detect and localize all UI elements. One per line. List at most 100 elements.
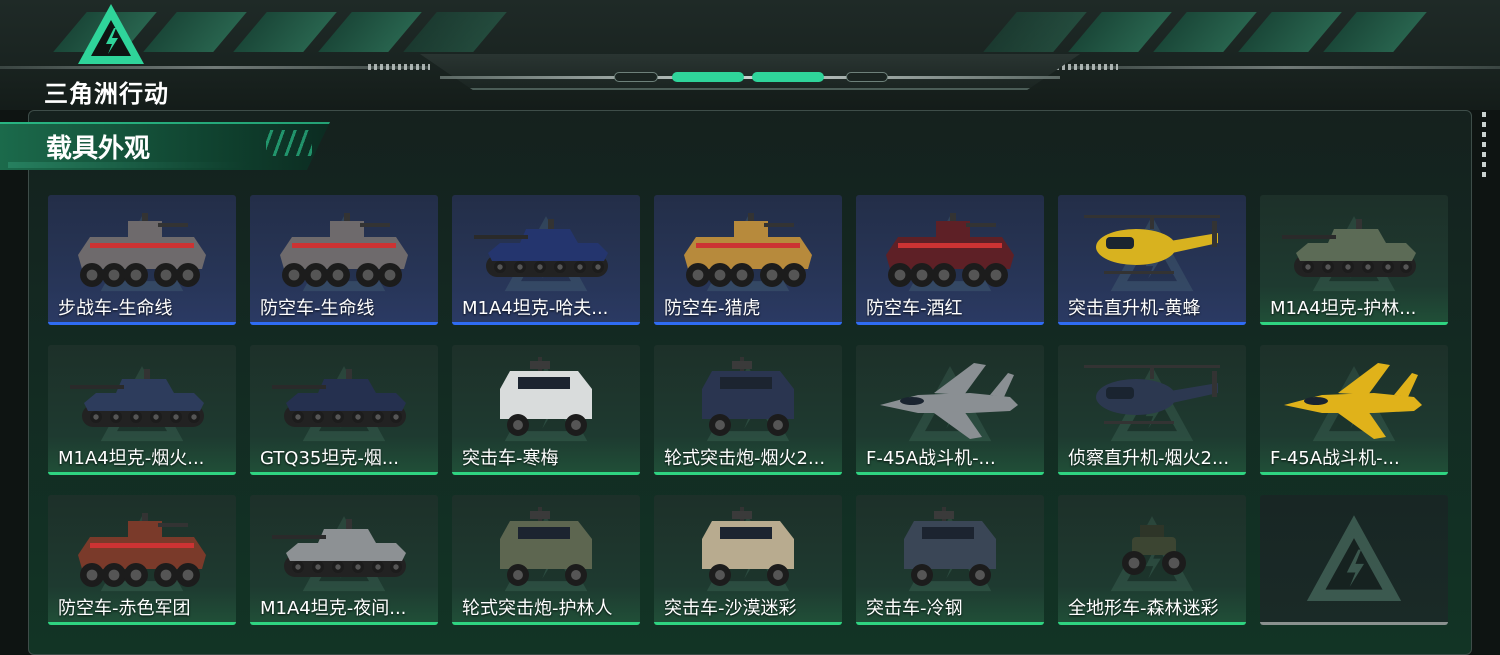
jet-icon: [1284, 363, 1422, 439]
vehicle-skin-card[interactable]: 防空车-赤色军团: [48, 495, 236, 625]
vehicle-skin-name: 突击直升机-黄蜂: [1068, 298, 1201, 319]
apc-icon: [684, 213, 812, 287]
rarity-bar: [250, 472, 438, 475]
vehicle-skin-card[interactable]: 突击车-沙漠迷彩: [654, 495, 842, 625]
rarity-bar: [1260, 622, 1448, 625]
rarity-bar: [1058, 322, 1246, 325]
apc-icon: [280, 213, 408, 287]
vehicle-skin-card[interactable]: GTQ35坦克-烟...: [250, 345, 438, 475]
page-indicator-active[interactable]: [752, 72, 824, 82]
game-logo: 三角洲行动: [44, 2, 184, 108]
header-stripe: [983, 12, 1087, 52]
header-stripe: [1323, 12, 1427, 52]
header-stripe: [403, 12, 507, 52]
vehicle-skin-card[interactable]: M1A4坦克-烟火...: [48, 345, 236, 475]
section-header-slashes: [266, 130, 312, 156]
vehicle-skin-card[interactable]: 侦察直升机-烟火2...: [1058, 345, 1246, 475]
vehicle-skin-card[interactable]: 防空车-猎虎: [654, 195, 842, 325]
armored-car-icon: [500, 357, 592, 436]
vehicle-skin-card[interactable]: 步战车-生命线: [48, 195, 236, 325]
header-stripe: [1068, 12, 1172, 52]
vehicle-skin-name: M1A4坦克-哈夫...: [462, 298, 609, 319]
vehicle-skin-name: 防空车-生命线: [260, 298, 375, 319]
vehicle-skin-name: 全地形车-森林迷彩: [1068, 598, 1219, 619]
rarity-bar: [1260, 322, 1448, 325]
header-dash-marks: [368, 64, 430, 70]
vehicle-skin-name: 突击车-寒梅: [462, 448, 559, 469]
scroll-indicator[interactable]: [1482, 112, 1486, 178]
rarity-bar: [856, 622, 1044, 625]
helicopter-icon: [1084, 365, 1220, 424]
rarity-bar: [654, 472, 842, 475]
armored-car-icon: [702, 507, 794, 586]
header-divider: [1070, 66, 1500, 69]
vehicle-skin-name: M1A4坦克-护林...: [1270, 298, 1417, 319]
tank-icon: [1282, 219, 1416, 277]
vehicle-skin-name: 突击车-冷钢: [866, 598, 963, 619]
header-center-cap: [420, 54, 1080, 90]
vehicle-skin-card[interactable]: F-45A战斗机-...: [856, 345, 1044, 475]
vehicle-skin-card[interactable]: M1A4坦克-哈夫...: [452, 195, 640, 325]
vehicle-skin-card[interactable]: M1A4坦克-护林...: [1260, 195, 1448, 325]
rarity-bar: [654, 622, 842, 625]
vehicle-skin-name: M1A4坦克-烟火...: [58, 448, 205, 469]
top-header-bar: [0, 0, 1500, 110]
jet-icon: [880, 363, 1018, 439]
header-stripe: [1238, 12, 1342, 52]
vehicle-skin-card[interactable]: 轮式突击炮-护林人: [452, 495, 640, 625]
rarity-bar: [1260, 472, 1448, 475]
rarity-bar: [48, 472, 236, 475]
apc-icon: [78, 513, 206, 587]
vehicle-skin-name: M1A4坦克-夜间...: [260, 598, 407, 619]
atv-icon: [1122, 525, 1186, 575]
rarity-bar: [48, 622, 236, 625]
vehicle-skin-name: 防空车-猎虎: [664, 298, 761, 319]
rarity-bar: [856, 322, 1044, 325]
rarity-bar: [1058, 622, 1246, 625]
vehicle-skin-card[interactable]: 突击车-冷钢: [856, 495, 1044, 625]
vehicle-skin-name: GTQ35坦克-烟...: [260, 448, 400, 469]
brand-name: 三角洲行动: [44, 80, 169, 108]
rarity-bar: [250, 622, 438, 625]
vehicle-skin-name: F-45A战斗机-...: [866, 448, 996, 469]
rarity-bar: [48, 322, 236, 325]
vehicle-skin-name: 防空车-赤色军团: [58, 598, 191, 619]
tank-icon: [70, 369, 204, 427]
vehicle-skin-name: 侦察直升机-烟火2...: [1068, 448, 1230, 469]
armored-car-icon: [904, 507, 996, 586]
tank-icon: [474, 219, 608, 277]
header-dash-marks: [1056, 64, 1118, 70]
header-stripe: [318, 12, 422, 52]
rarity-bar: [654, 322, 842, 325]
vehicle-skin-name: F-45A战斗机-...: [1270, 448, 1400, 469]
helicopter-icon: [1084, 215, 1220, 274]
vehicle-skin-card[interactable]: 轮式突击炮-烟火2...: [654, 345, 842, 475]
vehicle-skin-card[interactable]: 全地形车-森林迷彩: [1058, 495, 1246, 625]
vehicle-skin-grid: 步战车-生命线 防空车-生命线 M1A4坦克-哈夫... 防空车-猎虎 防空车-…: [48, 195, 1450, 627]
rarity-bar: [452, 322, 640, 325]
rarity-bar: [856, 472, 1044, 475]
rarity-bar: [452, 622, 640, 625]
vehicle-skin-name: 防空车-酒红: [866, 298, 963, 319]
vehicle-skin-card[interactable]: F-45A战斗机-...: [1260, 345, 1448, 475]
vehicle-skin-name: 突击车-沙漠迷彩: [664, 598, 797, 619]
empty-skin-slot[interactable]: [1260, 495, 1448, 625]
header-center-line: [440, 76, 1060, 79]
tank-icon: [272, 519, 406, 577]
vehicle-skin-card[interactable]: M1A4坦克-夜间...: [250, 495, 438, 625]
armored-car-icon: [702, 357, 794, 436]
rarity-bar: [452, 472, 640, 475]
vehicle-skin-card[interactable]: 突击车-寒梅: [452, 345, 640, 475]
page-indicator-active[interactable]: [672, 72, 744, 82]
header-stripe: [233, 12, 337, 52]
apc-icon: [886, 213, 1014, 287]
page-indicator[interactable]: [846, 72, 888, 82]
vehicle-skin-card[interactable]: 防空车-酒红: [856, 195, 1044, 325]
section-title: 载具外观: [46, 134, 151, 164]
page-indicator[interactable]: [614, 72, 658, 82]
vehicle-skin-card[interactable]: 突击直升机-黄蜂: [1058, 195, 1246, 325]
vehicle-skin-card[interactable]: 防空车-生命线: [250, 195, 438, 325]
armored-car-icon: [500, 507, 592, 586]
vehicle-skin-name: 轮式突击炮-护林人: [462, 598, 613, 619]
triangle-watermark-icon: [1306, 515, 1402, 602]
